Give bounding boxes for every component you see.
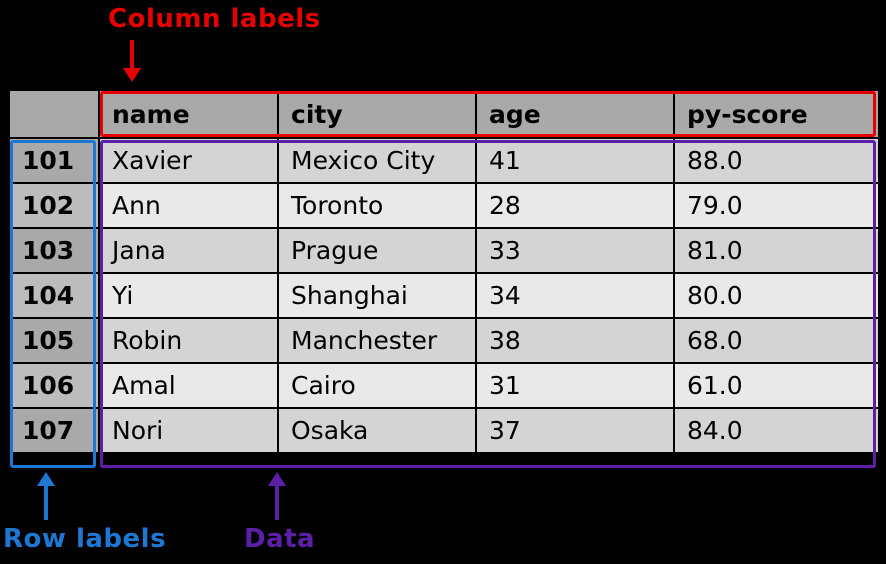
table-row: 104 Yi Shanghai 34 80.0 <box>9 273 879 318</box>
cell-name: Ann <box>99 183 278 228</box>
cell-age: 34 <box>476 273 674 318</box>
label-data: Data <box>244 524 315 554</box>
dataframe-table-wrap: name city age py-score 101 Xavier Mexico… <box>8 89 878 454</box>
cell-pyscore: 68.0 <box>674 318 879 363</box>
table-row: 101 Xavier Mexico City 41 88.0 <box>9 138 879 183</box>
col-header-pyscore: py-score <box>674 90 879 138</box>
cell-name: Robin <box>99 318 278 363</box>
table-row: 103 Jana Prague 33 81.0 <box>9 228 879 273</box>
cell-name: Yi <box>99 273 278 318</box>
row-label: 107 <box>9 408 99 453</box>
col-header-city: city <box>278 90 476 138</box>
cell-name: Amal <box>99 363 278 408</box>
cell-age: 28 <box>476 183 674 228</box>
label-column-labels: Column labels <box>108 4 321 34</box>
col-header-age: age <box>476 90 674 138</box>
table-row: 106 Amal Cairo 31 61.0 <box>9 363 879 408</box>
cell-pyscore: 79.0 <box>674 183 879 228</box>
cell-city: Mexico City <box>278 138 476 183</box>
table-row: 107 Nori Osaka 37 84.0 <box>9 408 879 453</box>
cell-name: Xavier <box>99 138 278 183</box>
cell-pyscore: 80.0 <box>674 273 879 318</box>
row-label: 102 <box>9 183 99 228</box>
header-corner <box>9 90 99 138</box>
cell-city: Toronto <box>278 183 476 228</box>
col-header-name: name <box>99 90 278 138</box>
cell-city: Cairo <box>278 363 476 408</box>
cell-age: 31 <box>476 363 674 408</box>
cell-pyscore: 88.0 <box>674 138 879 183</box>
cell-name: Jana <box>99 228 278 273</box>
row-label: 101 <box>9 138 99 183</box>
cell-age: 41 <box>476 138 674 183</box>
row-label: 106 <box>9 363 99 408</box>
cell-age: 33 <box>476 228 674 273</box>
table-row: 102 Ann Toronto 28 79.0 <box>9 183 879 228</box>
cell-city: Manchester <box>278 318 476 363</box>
diagram-canvas: Column labels name city age py-score 101 <box>0 0 886 564</box>
cell-city: Shanghai <box>278 273 476 318</box>
cell-pyscore: 81.0 <box>674 228 879 273</box>
header-row: name city age py-score <box>9 90 879 138</box>
cell-pyscore: 84.0 <box>674 408 879 453</box>
cell-city: Osaka <box>278 408 476 453</box>
table-row: 105 Robin Manchester 38 68.0 <box>9 318 879 363</box>
dataframe-table: name city age py-score 101 Xavier Mexico… <box>8 89 880 454</box>
cell-pyscore: 61.0 <box>674 363 879 408</box>
row-label: 104 <box>9 273 99 318</box>
cell-city: Prague <box>278 228 476 273</box>
row-label: 103 <box>9 228 99 273</box>
row-label: 105 <box>9 318 99 363</box>
cell-name: Nori <box>99 408 278 453</box>
cell-age: 38 <box>476 318 674 363</box>
label-row-labels: Row labels <box>3 524 166 554</box>
cell-age: 37 <box>476 408 674 453</box>
